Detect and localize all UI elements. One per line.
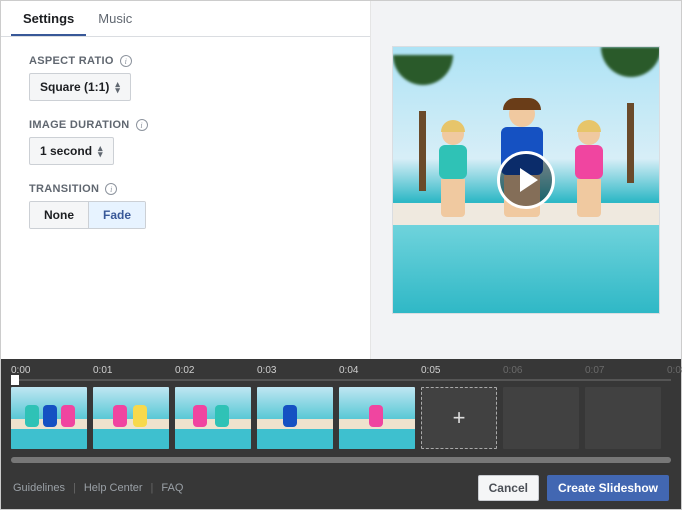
transition-none-button[interactable]: None	[30, 202, 88, 228]
time-marks: 0:00 0:01 0:02 0:03 0:04 0:05 0:06 0:07 …	[11, 365, 671, 376]
timeline-thumb[interactable]	[11, 387, 87, 449]
create-slideshow-button[interactable]: Create Slideshow	[547, 475, 669, 501]
select-arrows-icon: ▴▾	[98, 145, 103, 157]
time-mark: 0:01	[93, 365, 175, 376]
time-mark: 0:08	[667, 365, 682, 376]
timeline-thumb[interactable]	[93, 387, 169, 449]
separator: |	[151, 482, 154, 494]
controls: ASPECT RATIO i Square (1:1) ▴▾ IMAGE DUR…	[1, 37, 370, 265]
empty-slot	[503, 387, 579, 449]
main-area: Settings Music ASPECT RATIO i Square (1:…	[1, 1, 681, 359]
transition-label: TRANSITION	[29, 183, 99, 195]
faq-link[interactable]: FAQ	[161, 482, 183, 494]
aspect-ratio-select[interactable]: Square (1:1) ▴▾	[29, 73, 131, 101]
slideshow-creator: Settings Music ASPECT RATIO i Square (1:…	[0, 0, 682, 510]
image-duration-label: IMAGE DURATION	[29, 119, 130, 131]
time-ruler[interactable]	[11, 379, 671, 381]
settings-panel: Settings Music ASPECT RATIO i Square (1:…	[1, 1, 371, 359]
plus-icon: +	[453, 405, 466, 431]
cancel-button[interactable]: Cancel	[478, 475, 539, 501]
info-icon[interactable]: i	[120, 55, 132, 67]
tab-bar: Settings Music	[1, 1, 370, 37]
guidelines-link[interactable]: Guidelines	[13, 482, 65, 494]
playhead-icon[interactable]	[11, 375, 19, 385]
timeline-thumb[interactable]	[175, 387, 251, 449]
add-image-button[interactable]: +	[421, 387, 497, 449]
thumbnail-strip: +	[11, 387, 671, 449]
preview-pane	[371, 1, 681, 359]
field-aspect-ratio: ASPECT RATIO i Square (1:1) ▴▾	[29, 55, 342, 101]
time-mark: 0:02	[175, 365, 257, 376]
preview-video[interactable]	[392, 46, 660, 314]
transition-segmented: None Fade	[29, 201, 146, 229]
separator: |	[73, 482, 76, 494]
field-transition: TRANSITION i None Fade	[29, 183, 342, 229]
play-icon	[520, 168, 538, 192]
field-image-duration: IMAGE DURATION i 1 second ▴▾	[29, 119, 342, 165]
tab-settings[interactable]: Settings	[11, 1, 86, 36]
help-center-link[interactable]: Help Center	[84, 482, 143, 494]
aspect-ratio-label: ASPECT RATIO	[29, 55, 114, 67]
footer: Guidelines | Help Center | FAQ Cancel Cr…	[1, 467, 681, 509]
transition-fade-button[interactable]: Fade	[88, 202, 145, 228]
timeline-thumb[interactable]	[257, 387, 333, 449]
aspect-ratio-value: Square (1:1)	[40, 80, 109, 94]
timeline-thumb[interactable]	[339, 387, 415, 449]
play-button[interactable]	[497, 151, 555, 209]
time-mark: 0:04	[339, 365, 421, 376]
timeline: 0:00 0:01 0:02 0:03 0:04 0:05 0:06 0:07 …	[1, 359, 681, 467]
time-mark: 0:03	[257, 365, 339, 376]
info-icon[interactable]: i	[105, 183, 117, 195]
image-duration-value: 1 second	[40, 144, 92, 158]
timeline-scrollbar[interactable]	[11, 457, 671, 463]
time-mark: 0:06	[503, 365, 585, 376]
info-icon[interactable]: i	[136, 119, 148, 131]
time-mark: 0:07	[585, 365, 667, 376]
image-duration-select[interactable]: 1 second ▴▾	[29, 137, 114, 165]
time-mark: 0:05	[421, 365, 503, 376]
time-mark: 0:00	[11, 365, 93, 376]
tab-music[interactable]: Music	[86, 1, 144, 36]
empty-slot	[585, 387, 661, 449]
select-arrows-icon: ▴▾	[115, 81, 120, 93]
